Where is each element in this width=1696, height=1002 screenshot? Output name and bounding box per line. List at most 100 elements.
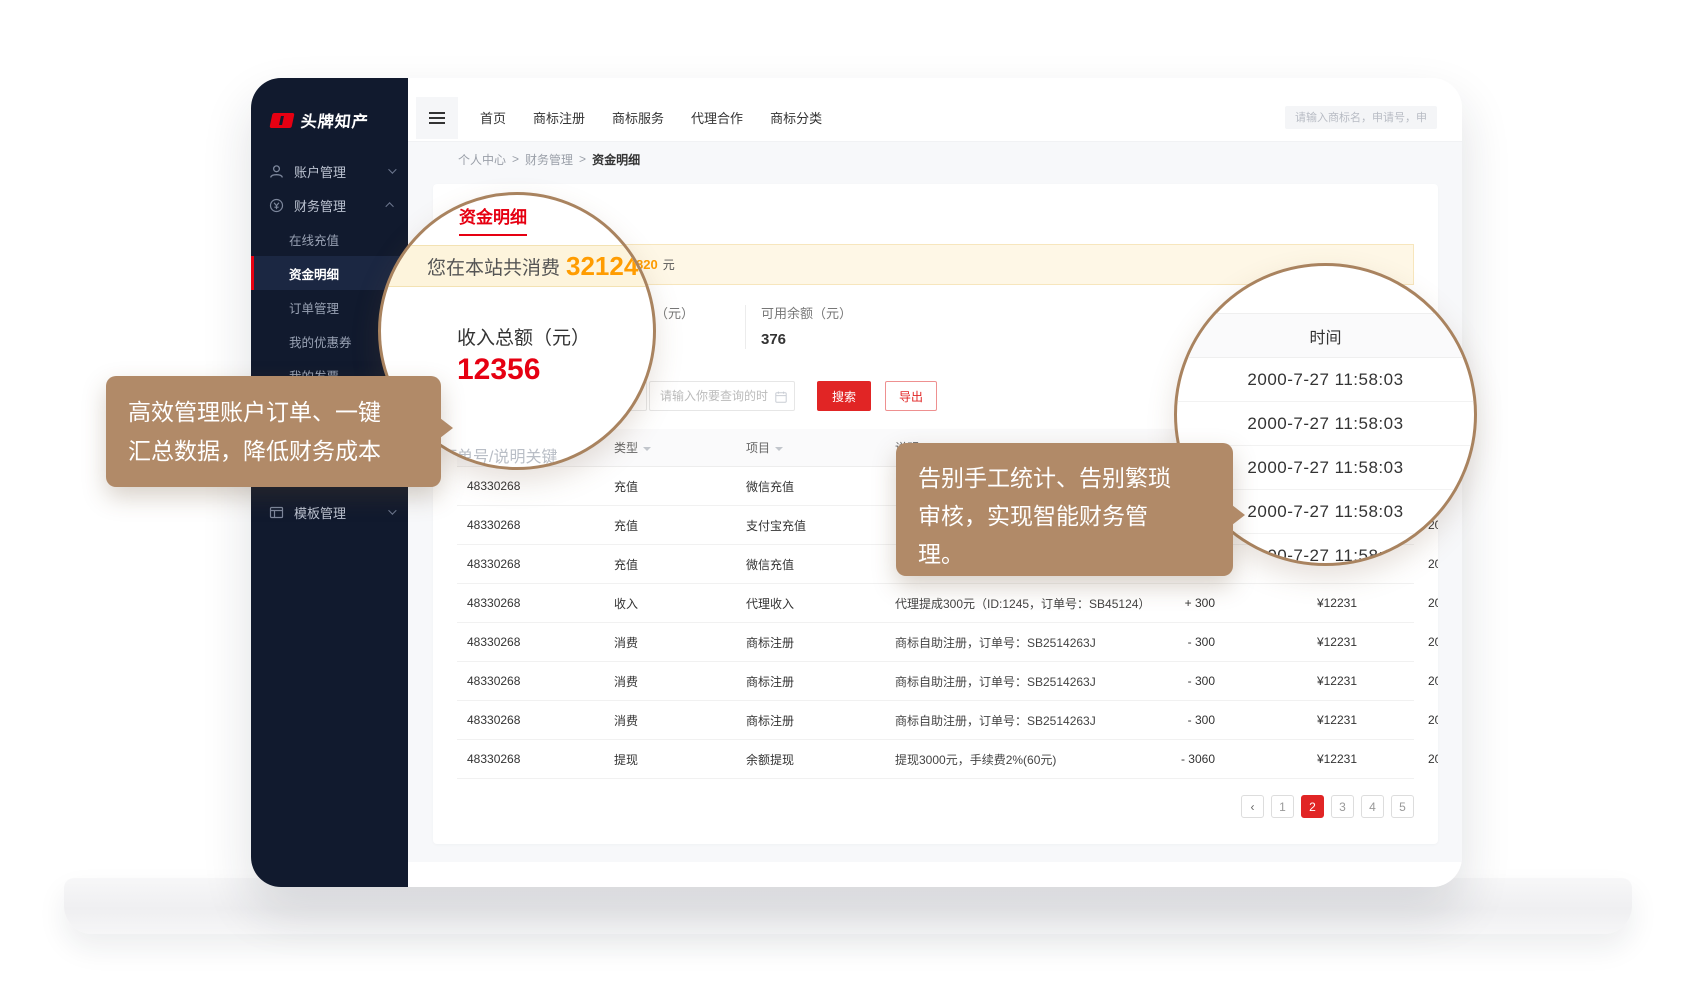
nav-item-home[interactable]: 首页: [480, 108, 506, 127]
cell-item: 微信充值: [737, 556, 882, 573]
sidebar-item-account[interactable]: 账户管理: [251, 154, 408, 188]
cell-desc: 商标自助注册，订单号：SB2514263J: [882, 712, 1170, 729]
pagination-page-2[interactable]: 2: [1301, 795, 1324, 818]
cell-amount: - 300: [1170, 713, 1215, 727]
cell-item: 代理收入: [737, 595, 882, 612]
pagination-prev-button[interactable]: ‹: [1241, 795, 1264, 818]
template-icon: [269, 505, 284, 520]
cell-time: 2000-7-27 11:58:03: [1428, 596, 1438, 610]
cell-order: 48330268: [457, 635, 602, 649]
window-footer: [408, 862, 1462, 887]
breadcrumb-root[interactable]: 个人中心: [458, 151, 506, 168]
callout-right-line: 告别手工统计、告别繁琐: [918, 459, 1211, 497]
cell-balance: ¥12231: [1215, 713, 1357, 727]
cell-balance: ¥12231: [1215, 596, 1357, 610]
sidebar-item-finance[interactable]: 财务管理: [251, 188, 408, 222]
cell-type: 消费: [602, 712, 737, 729]
top-nav-links: 首页 商标注册 商标服务 代理合作 商标分类: [480, 108, 822, 127]
search-button[interactable]: 搜索: [817, 381, 871, 411]
breadcrumb-current: 资金明细: [592, 151, 640, 168]
nav-item-trademark-service[interactable]: 商标服务: [612, 108, 664, 127]
brand-logo-icon: [269, 113, 294, 128]
table-row[interactable]: 48330268 消费 商标注册 商标自助注册，订单号：SB2514263J -…: [457, 623, 1414, 662]
callout-left: 高效管理账户订单、一键 汇总数据，降低财务成本: [106, 376, 441, 487]
stat-balance-label: 可用余额（元）: [761, 303, 852, 322]
cell-item: 商标注册: [737, 673, 882, 690]
cell-amount: - 3060: [1170, 752, 1215, 766]
magnified-time-cell: 2000-7-27 11:58:03: [1177, 402, 1474, 446]
top-navbar: 首页 商标注册 商标服务 代理合作 商标分类: [408, 78, 1462, 142]
stat-balance-value: 376: [761, 331, 852, 348]
cell-item: 余额提现: [737, 751, 882, 768]
brand-logo[interactable]: 头牌知产: [271, 108, 408, 132]
cell-time: 2000-7-27 11:58:03: [1428, 635, 1438, 649]
cell-order: 48330268: [457, 557, 602, 571]
cell-desc: 商标自助注册，订单号：SB2514263J: [882, 673, 1170, 690]
table-row[interactable]: 48330268 消费 商标注册 商标自助注册，订单号：SB2514263J -…: [457, 662, 1414, 701]
cell-item: 商标注册: [737, 712, 882, 729]
sidebar-item-label: 订单管理: [289, 298, 339, 317]
sidebar-item-label: 在线充值: [289, 230, 339, 249]
breadcrumb-section[interactable]: 财务管理: [525, 151, 573, 168]
cell-item: 支付宝充值: [737, 517, 882, 534]
header-type[interactable]: 类型: [602, 439, 737, 456]
table-row[interactable]: 48330268 消费 商标注册 商标自助注册，订单号：SB2514263J -…: [457, 701, 1414, 740]
pagination-page-5[interactable]: 5: [1391, 795, 1414, 818]
cell-order: 48330268: [457, 596, 602, 610]
magnified-time-cell: 2000-7-27 11:58:03: [1177, 358, 1474, 402]
time-filter-input[interactable]: [649, 381, 795, 411]
cell-type: 提现: [602, 751, 737, 768]
stats-divider: [745, 305, 746, 349]
stat-expense-label: （元）: [655, 303, 694, 322]
cell-type: 充值: [602, 478, 737, 495]
trademark-search-input[interactable]: [1285, 106, 1437, 129]
nav-item-trademark-category[interactable]: 商标分类: [770, 108, 822, 127]
magnified-income-label: 收入总额（元）: [457, 323, 590, 350]
cell-type: 充值: [602, 556, 737, 573]
sort-caret-icon: [775, 447, 783, 451]
nav-item-trademark-register[interactable]: 商标注册: [533, 108, 585, 127]
callout-right: 告别手工统计、告别繁琐 审核，实现智能财务管 理。: [896, 443, 1233, 576]
finance-icon: [269, 198, 284, 213]
pagination-page-3[interactable]: 3: [1331, 795, 1354, 818]
callout-right-line: 审核，实现智能财务管: [918, 497, 1211, 535]
header-item[interactable]: 项目: [737, 439, 882, 456]
hamburger-icon: [429, 112, 445, 114]
chevron-up-icon: [385, 202, 393, 210]
cell-order: 48330268: [457, 752, 602, 766]
stat-balance: 可用余额（元） 376: [761, 303, 852, 348]
menu-toggle-button[interactable]: [416, 97, 458, 139]
cell-desc: 提现3000元，手续费2%(60元): [882, 751, 1170, 768]
pagination-page-4[interactable]: 4: [1361, 795, 1384, 818]
magnified-banner-value: 32124: [566, 251, 638, 282]
sidebar-item-label: 资金明细: [289, 264, 339, 283]
magnified-income-value: 12356: [457, 353, 540, 387]
stat-expense: （元）: [655, 303, 694, 322]
time-filter-field: [649, 381, 795, 411]
cell-time: 2000-7-27 11:58:03: [1428, 674, 1438, 688]
cell-item: 微信充值: [737, 478, 882, 495]
cell-time: 2000-7-27 11:58:03: [1428, 752, 1438, 766]
magnified-page-title: 资金明细: [459, 203, 527, 236]
magnified-banner-prefix: 您在本站共消费: [427, 253, 560, 280]
brand-name: 头牌知产: [300, 108, 371, 132]
sidebar-item-templates[interactable]: 模板管理: [251, 495, 408, 529]
chevron-down-icon: [388, 506, 396, 514]
pagination-page-1[interactable]: 1: [1271, 795, 1294, 818]
sort-caret-icon: [643, 447, 651, 451]
cell-type: 收入: [602, 595, 737, 612]
magnified-banner: 您在本站共消费 32124 大: [378, 245, 656, 287]
nav-item-agency[interactable]: 代理合作: [691, 108, 743, 127]
table-row[interactable]: 48330268 提现 余额提现 提现3000元，手续费2%(60元) - 30…: [457, 740, 1414, 779]
cell-order: 48330268: [457, 479, 602, 493]
cell-order: 48330268: [457, 674, 602, 688]
cell-amount: - 300: [1170, 635, 1215, 649]
breadcrumb-separator: >: [512, 152, 519, 166]
cell-amount: - 300: [1170, 674, 1215, 688]
cell-type: 消费: [602, 673, 737, 690]
table-row[interactable]: 48330268 收入 代理收入 代理提成300元（ID:1245，订单号：SB…: [457, 584, 1414, 623]
export-button[interactable]: 导出: [885, 381, 937, 411]
cell-desc: 代理提成300元（ID:1245，订单号：SB45124）: [882, 595, 1170, 612]
cell-type: 消费: [602, 634, 737, 651]
callout-right-line: 理。: [918, 535, 1211, 573]
